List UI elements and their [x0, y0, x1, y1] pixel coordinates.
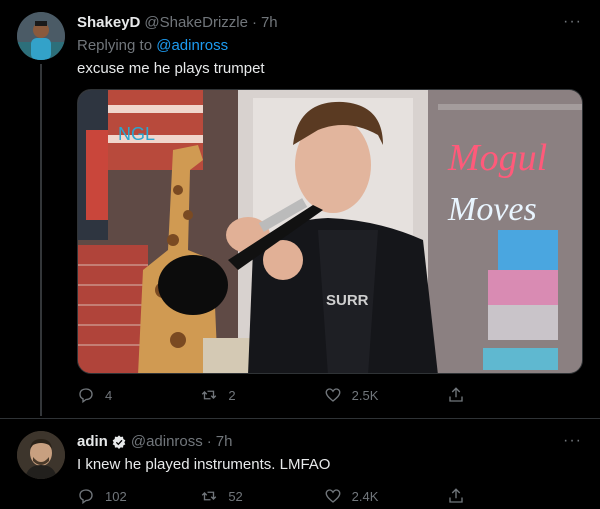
- like-button[interactable]: 2.5K: [324, 386, 384, 404]
- like-button[interactable]: 2.4K: [324, 487, 384, 505]
- more-options-icon[interactable]: ···: [563, 432, 582, 450]
- share-icon: [449, 387, 463, 402]
- separator-dot: ·: [251, 14, 257, 31]
- tweet-adin[interactable]: adin @adinross · 7h ··· I knew he played…: [0, 418, 600, 509]
- thread-connector: [40, 64, 42, 416]
- avatar[interactable]: [17, 12, 65, 60]
- display-name[interactable]: ShakeyD: [77, 14, 140, 31]
- like-count: 2.5K: [351, 387, 379, 403]
- reply-icon: [79, 489, 93, 505]
- reply-count: 4: [105, 387, 113, 403]
- timestamp[interactable]: 7h: [261, 14, 278, 31]
- tweet-header: adin @adinross · 7h: [77, 433, 232, 450]
- timestamp[interactable]: 7h: [216, 433, 233, 450]
- like-count: 2.4K: [351, 488, 379, 504]
- retweet-icon: [202, 390, 217, 400]
- tweet-header: ShakeyD @ShakeDrizzle · 7h: [77, 14, 278, 31]
- retweet-count: 52: [228, 488, 243, 504]
- shirt-text: SURR: [326, 292, 369, 309]
- replying-prefix: Replying to: [77, 37, 153, 54]
- reply-button[interactable]: 102: [77, 487, 137, 505]
- neon-sign-line1: Mogul: [447, 137, 547, 179]
- share-button[interactable]: [447, 487, 507, 505]
- reply-icon: [79, 388, 93, 404]
- replying-to: Replying to @adinross: [77, 37, 228, 54]
- separator-dot: ·: [206, 433, 212, 450]
- display-name[interactable]: adin: [77, 433, 108, 450]
- replying-to-link[interactable]: @adinross: [156, 37, 228, 54]
- avatar[interactable]: [17, 431, 65, 479]
- user-handle[interactable]: @adinross: [131, 433, 203, 450]
- retweet-icon: [202, 491, 217, 501]
- heart-icon: [325, 489, 341, 503]
- tweet-text: I knew he played instruments. LMFAO: [77, 456, 331, 473]
- retweet-button[interactable]: 2: [200, 386, 260, 404]
- user-handle[interactable]: @ShakeDrizzle: [144, 14, 248, 31]
- share-button[interactable]: [447, 386, 507, 404]
- heart-icon: [325, 388, 341, 402]
- tweet-actions: 4 2 2.5K: [77, 386, 507, 404]
- tweet-actions: 102 52 2.4K: [77, 487, 507, 505]
- banner-text: NGL: [118, 124, 155, 144]
- reply-button[interactable]: 4: [77, 386, 137, 404]
- tweet-text: excuse me he plays trumpet: [77, 60, 265, 77]
- verified-badge-icon: [112, 434, 126, 449]
- more-options-icon[interactable]: ···: [563, 13, 582, 31]
- tweet-media-image[interactable]: NGL SURR Mogul Moves: [77, 89, 583, 374]
- retweet-button[interactable]: 52: [200, 487, 260, 505]
- tweet-shakeyd[interactable]: ShakeyD @ShakeDrizzle · 7h ··· Replying …: [0, 0, 600, 418]
- reply-count: 102: [105, 488, 127, 504]
- neon-sign-line2: Moves: [447, 191, 537, 228]
- share-icon: [449, 488, 463, 503]
- retweet-count: 2: [228, 387, 236, 403]
